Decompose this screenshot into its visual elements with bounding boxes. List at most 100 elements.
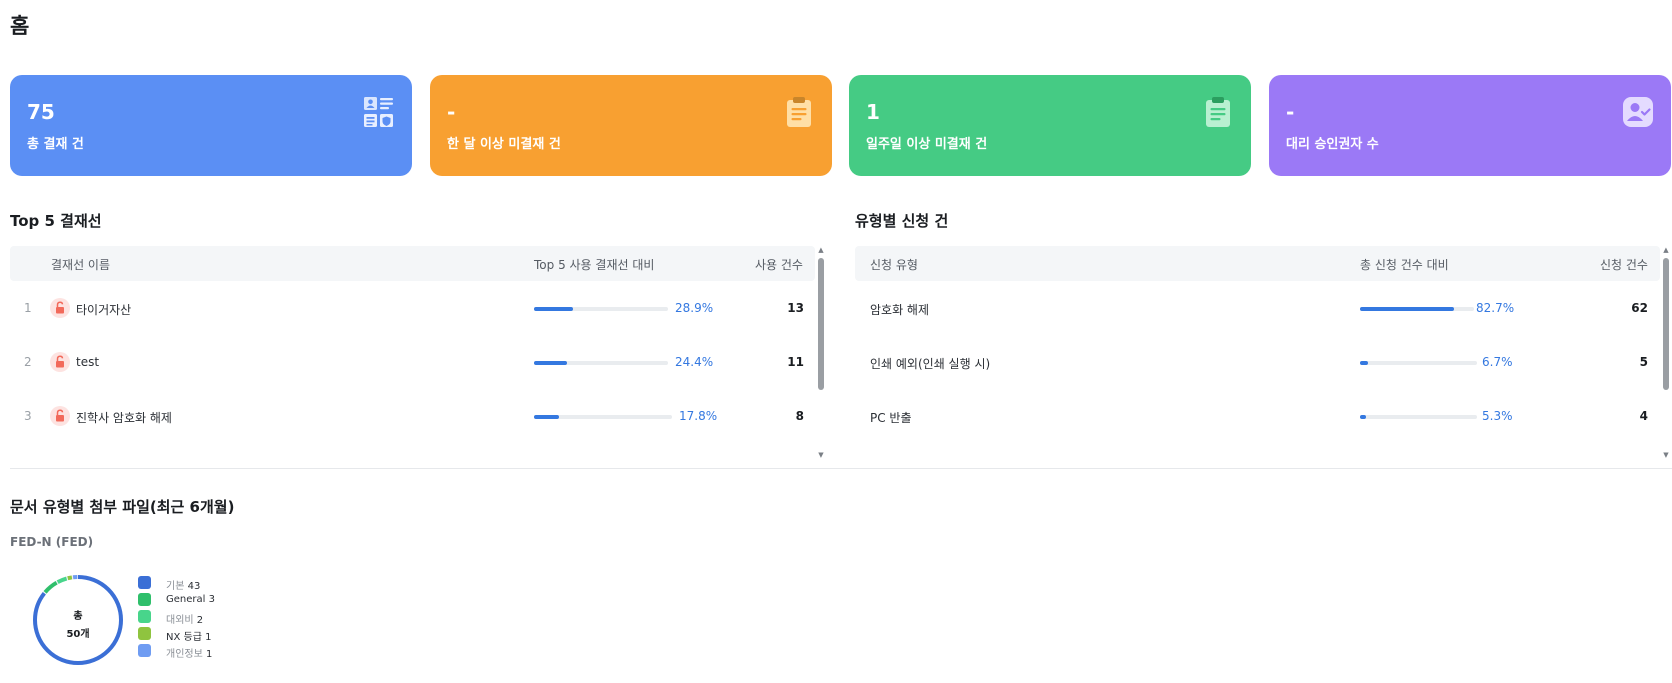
row-name: 암호화 해제 [870, 303, 930, 317]
legend-swatch [138, 593, 151, 606]
legend-label: NX 등급 [166, 632, 202, 643]
card-label: 대리 승인권자 수 [1286, 137, 1379, 152]
ratio-bar-fill [1360, 415, 1367, 419]
unlock-icon [50, 352, 70, 372]
total-approvals-card[interactable]: 75 총 결재 건 [10, 75, 412, 176]
legend-swatch [138, 610, 151, 623]
row-name: 인쇄 예외(인쇄 실행 시) [870, 357, 991, 371]
bytype-table: 신청 유형 총 신청 건수 대비 신청 건수 암호화 해제 82.7% 62 인… [855, 246, 1660, 464]
clipboard-icon [787, 97, 811, 127]
ratio-bar [534, 415, 672, 419]
unlock-icon [50, 406, 70, 426]
clipboard-icon [1206, 97, 1230, 127]
donut-total-value: 50개 [66, 627, 89, 640]
attachments-subtitle: FED-N (FED) [10, 535, 94, 549]
row-percent: 5.3% [1482, 409, 1513, 423]
summary-cards: 75 총 결재 건 - 한 달 이상 미결재 건 1 일주일 이상 미결재 건 … [10, 75, 1672, 176]
scroll-thumb[interactable] [1663, 258, 1669, 390]
table-row[interactable]: 3 진학사 암호화 해제 17.8% 8 [10, 389, 815, 443]
top5-scrollbar[interactable]: ▲ ▼ [817, 246, 825, 461]
ratio-bar-fill [1360, 307, 1455, 311]
table-row[interactable]: PC 반출 5.3% 4 [855, 389, 1660, 443]
table-row[interactable]: 2 test 24.4% 11 [10, 335, 815, 389]
table-row[interactable]: 인쇄 예외(인쇄 실행 시) 6.7% 5 [855, 335, 1660, 389]
user-check-icon [1623, 97, 1653, 127]
row-percent: 28.9% [675, 301, 714, 315]
ratio-bar-fill [534, 415, 559, 419]
row-rank: 1 [24, 301, 32, 315]
scroll-down-arrow[interactable]: ▼ [817, 451, 825, 459]
month-pending-card[interactable]: - 한 달 이상 미결재 건 [430, 75, 832, 176]
ratio-bar [1360, 307, 1474, 311]
legend-swatch [138, 627, 151, 640]
row-count: 8 [795, 409, 804, 423]
scroll-down-arrow[interactable]: ▼ [1662, 451, 1670, 459]
ratio-bar [534, 361, 668, 365]
legend-label: General [166, 594, 206, 605]
row-rank: 2 [24, 355, 32, 369]
legend-label: 대외비 [166, 615, 194, 626]
scroll-thumb[interactable] [818, 258, 824, 390]
row-count: 62 [1631, 301, 1648, 315]
page-title: 홈 [10, 14, 30, 38]
donut-total-label: 총 [73, 609, 82, 622]
row-rank: 3 [24, 409, 32, 423]
row-count: 5 [1639, 355, 1648, 369]
legend-label: 개인정보 [166, 649, 203, 660]
row-count: 4 [1639, 409, 1648, 423]
bytype-scrollbar[interactable]: ▲ ▼ [1662, 246, 1670, 461]
table-header: 신청 유형 총 신청 건수 대비 신청 건수 [855, 246, 1660, 281]
card-value: 75 [27, 100, 55, 124]
table-row[interactable]: 암호화 해제 82.7% 62 [855, 281, 1660, 335]
legend-swatch [138, 644, 151, 657]
legend-value: 1 [205, 632, 212, 643]
header-count: 신청 건수 [1600, 258, 1648, 272]
approval-grid-icon [364, 97, 393, 127]
row-name: PC 반출 [870, 411, 912, 425]
week-pending-card[interactable]: 1 일주일 이상 미결재 건 [849, 75, 1251, 176]
scroll-up-arrow[interactable]: ▲ [1662, 246, 1670, 254]
legend-value: 43 [187, 581, 201, 592]
card-value: - [1286, 100, 1295, 124]
legend-swatch [138, 576, 151, 589]
header-ratio: 총 신청 건수 대비 [1360, 258, 1449, 272]
unlock-icon [50, 298, 70, 318]
legend-label: 기본 [166, 581, 185, 592]
legend-value: 2 [196, 615, 204, 626]
scroll-up-arrow[interactable]: ▲ [817, 246, 825, 254]
ratio-bar-fill [1360, 361, 1368, 365]
top5-table: 결재선 이름 Top 5 사용 결재선 대비 사용 건수 1 타이거자산 28.… [10, 246, 815, 464]
top5-section-title: Top 5 결재선 [10, 212, 102, 230]
table-row[interactable]: 1 타이거자산 28.9% 13 [10, 281, 815, 335]
row-name: test [76, 355, 100, 369]
row-percent: 6.7% [1482, 355, 1513, 369]
ratio-bar-fill [534, 307, 573, 311]
bytype-section-title: 유형별 신청 건 [855, 212, 949, 230]
card-value: 1 [866, 100, 880, 124]
row-count: 11 [787, 355, 804, 369]
ratio-bar [1360, 361, 1477, 365]
row-count: 13 [787, 301, 804, 315]
table-header: 결재선 이름 Top 5 사용 결재선 대비 사용 건수 [10, 246, 815, 281]
card-label: 총 결재 건 [27, 137, 84, 152]
proxy-approver-card[interactable]: - 대리 승인권자 수 [1269, 75, 1671, 176]
ratio-bar-fill [534, 361, 567, 365]
ratio-bar [1360, 415, 1477, 419]
card-value: - [447, 100, 456, 124]
row-percent: 82.7% [1476, 301, 1515, 315]
row-name: 타이거자산 [76, 303, 132, 317]
attachments-donut-chart[interactable]: 총 50개 [30, 572, 126, 668]
header-ratio: Top 5 사용 결재선 대비 [534, 258, 655, 272]
header-name: 결재선 이름 [51, 258, 111, 272]
header-type: 신청 유형 [870, 258, 918, 272]
legend-value: 1 [206, 649, 213, 660]
row-percent: 17.8% [679, 409, 718, 423]
row-percent: 24.4% [675, 355, 714, 369]
row-name: 진학사 암호화 해제 [76, 411, 172, 425]
card-label: 일주일 이상 미결재 건 [866, 137, 988, 152]
card-label: 한 달 이상 미결재 건 [447, 137, 561, 152]
header-count: 사용 건수 [755, 258, 803, 272]
ratio-bar [534, 307, 668, 311]
legend-value: 3 [208, 594, 215, 605]
section-divider [10, 468, 1672, 469]
